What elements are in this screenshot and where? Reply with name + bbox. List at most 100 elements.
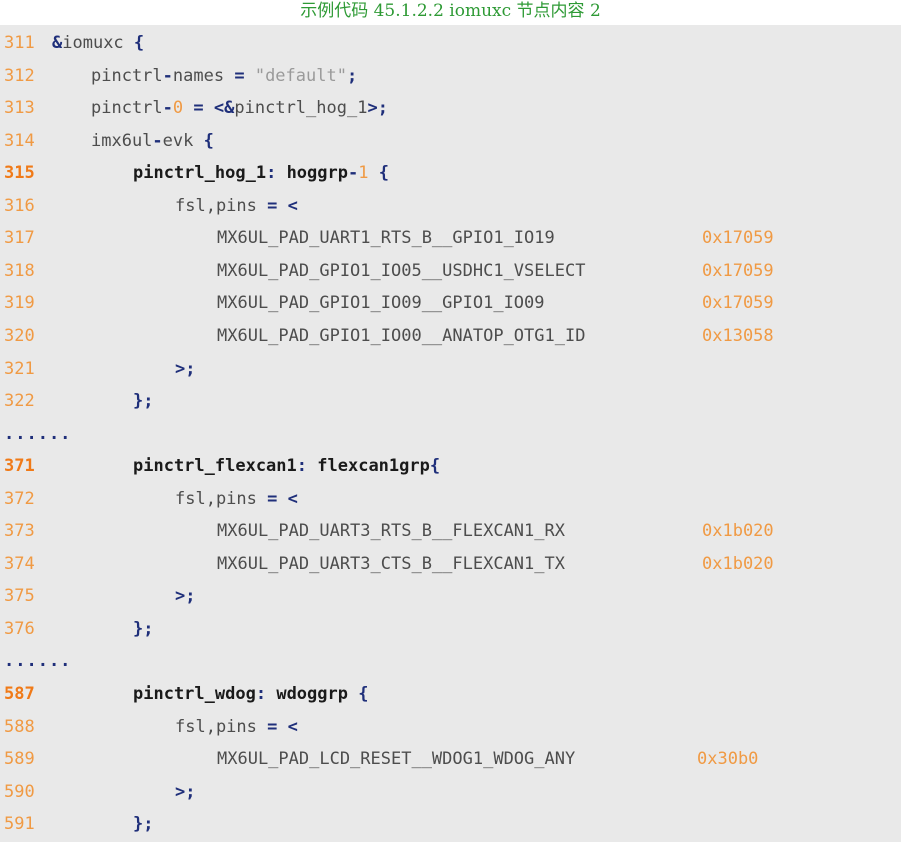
code-line: 318 MX6UL_PAD_GPIO1_IO05__USDHC1_VSELECT 0… bbox=[0, 255, 901, 287]
code-line: 374 MX6UL_PAD_UART3_CTS_B__FLEXCAN1_TX 0x1… bbox=[0, 548, 901, 580]
code-line: 322}; bbox=[0, 385, 901, 417]
code-token: "default" bbox=[254, 65, 347, 86]
code-token: = bbox=[267, 195, 278, 216]
code-token: evk bbox=[162, 130, 204, 151]
code-token: pinctrl_hog_1 bbox=[234, 98, 368, 119]
code-token: pinctrl bbox=[91, 98, 163, 119]
code-text: }; bbox=[133, 385, 153, 417]
code-token: : bbox=[296, 456, 308, 477]
code-text: MX6UL_PAD_UART1_RTS_B__GPIO1_IO19 bbox=[217, 222, 555, 254]
code-text: &iomuxc { bbox=[52, 27, 144, 59]
line-number: 317 bbox=[4, 228, 35, 249]
code-token: pinctrl_flexcan1 bbox=[133, 456, 297, 477]
code-text: MX6UL_PAD_GPIO1_IO09__GPIO1_IO09 bbox=[217, 287, 545, 319]
line-number: 318 bbox=[4, 260, 35, 281]
code-caption: 示例代码 45.1.2.2 iomuxc 节点内容 2 bbox=[300, 1, 601, 21]
code-token: >; bbox=[367, 98, 388, 119]
code-text: pinctrl_wdog: wdoggrp { bbox=[133, 678, 368, 710]
code-text: MX6UL_PAD_UART3_CTS_B__FLEXCAN1_TX bbox=[217, 548, 565, 580]
code-text: }; bbox=[133, 808, 153, 840]
code-token: - bbox=[347, 163, 359, 184]
code-text: fsl,pins = < bbox=[175, 711, 298, 743]
pad-config-value: 0x17059 bbox=[702, 260, 774, 281]
line-number: 373 bbox=[4, 521, 35, 542]
code-token: MX6UL_PAD_LCD_RESET__WDOG1_WDOG_ANY bbox=[217, 749, 576, 770]
code-token: = bbox=[234, 65, 245, 86]
code-text: pinctrl-names = "default"; bbox=[91, 60, 357, 92]
line-number: 315 bbox=[4, 163, 35, 184]
code-token: - bbox=[162, 65, 173, 86]
code-line: 373 MX6UL_PAD_UART3_RTS_B__FLEXCAN1_RX 0x1… bbox=[0, 515, 901, 547]
pad-config-value: 0x1b020 bbox=[702, 521, 774, 542]
code-token: iomuxc bbox=[62, 33, 134, 53]
code-token: MX6UL_PAD_GPIO1_IO09__GPIO1_IO09 bbox=[217, 293, 545, 314]
code-token: wdoggrp bbox=[276, 684, 348, 704]
code-line: 311 &iomuxc { bbox=[0, 27, 901, 59]
code-line: 321 >; bbox=[0, 353, 901, 385]
code-token: >; bbox=[175, 586, 196, 607]
code-token: = bbox=[267, 716, 278, 737]
line-number: 587 bbox=[4, 684, 35, 704]
code-text: }; bbox=[133, 613, 153, 645]
pad-config-value: 0x1b020 bbox=[702, 553, 774, 574]
line-number: 374 bbox=[4, 553, 35, 574]
pad-config-value: 0x30b0 bbox=[697, 749, 759, 770]
line-number: 314 bbox=[4, 130, 35, 151]
code-token: 0 bbox=[172, 98, 184, 119]
code-token: >; bbox=[175, 358, 196, 379]
code-line: 316 fsl,pins = < bbox=[0, 190, 901, 222]
code-token: hoggrp bbox=[286, 163, 348, 184]
code-text: MX6UL_PAD_GPIO1_IO00__ANATOP_OTG1_ID bbox=[217, 320, 585, 352]
code-token: { bbox=[133, 33, 145, 53]
code-token: & bbox=[52, 33, 63, 53]
code-line: 589 MX6UL_PAD_LCD_RESET__WDOG1_WDOG_ANY 0x… bbox=[0, 743, 901, 775]
line-number: 376 bbox=[4, 618, 35, 639]
code-line: 375 >; bbox=[0, 580, 901, 612]
code-line: 591}; bbox=[0, 808, 901, 840]
code-token: MX6UL_PAD_GPIO1_IO00__ANATOP_OTG1_ID bbox=[217, 325, 586, 346]
code-listing: 311 &iomuxc { 312 pinctrl-names = "default"… bbox=[0, 25, 901, 842]
line-number: 322 bbox=[4, 391, 35, 412]
code-line: 587 pinctrl_wdog: wdoggrp { bbox=[0, 678, 901, 710]
code-token: pinctrl bbox=[91, 65, 163, 86]
code-token: imx6ul bbox=[91, 130, 153, 151]
line-number: 591 bbox=[4, 814, 35, 835]
code-token: - bbox=[162, 98, 173, 119]
line-number: 312 bbox=[4, 65, 35, 86]
code-text: pinctrl_flexcan1: flexcan1grp{ bbox=[133, 450, 440, 482]
omitted-lines-ellipsis: ...... bbox=[4, 423, 72, 444]
code-token: { bbox=[203, 130, 214, 151]
code-token: ; bbox=[346, 65, 358, 86]
code-line: 312 pinctrl-names = "default"; bbox=[0, 60, 901, 92]
code-token: < bbox=[287, 195, 298, 216]
code-line: 317 MX6UL_PAD_UART1_RTS_B__GPIO1_IO19 0x17… bbox=[0, 222, 901, 254]
code-token: - bbox=[152, 130, 163, 151]
code-token: }; bbox=[133, 391, 154, 412]
code-text: >; bbox=[175, 580, 195, 612]
code-line: 320 MX6UL_PAD_GPIO1_IO00__ANATOP_OTG1_ID 0… bbox=[0, 320, 901, 352]
omitted-lines-ellipsis: ...... bbox=[4, 651, 72, 672]
code-token: pinctrl_wdog bbox=[133, 684, 256, 704]
code-line: 314 imx6ul-evk { bbox=[0, 125, 901, 157]
code-token: fsl,pins bbox=[175, 716, 268, 737]
line-number: 590 bbox=[4, 781, 35, 802]
code-token: MX6UL_PAD_UART3_RTS_B__FLEXCAN1_RX bbox=[217, 521, 565, 542]
line-number: 319 bbox=[4, 293, 35, 314]
code-token: MX6UL_PAD_UART1_RTS_B__GPIO1_IO19 bbox=[217, 228, 555, 249]
code-line: 372 fsl,pins = < bbox=[0, 483, 901, 515]
code-token: < bbox=[287, 488, 298, 509]
line-number: 316 bbox=[4, 195, 35, 216]
code-text: >; bbox=[175, 353, 195, 385]
code-line: 588 fsl,pins = < bbox=[0, 711, 901, 743]
code-line: 319 MX6UL_PAD_GPIO1_IO09__GPIO1_IO09 0x170… bbox=[0, 287, 901, 319]
code-token: = bbox=[193, 98, 204, 119]
line-number: 313 bbox=[4, 98, 35, 119]
code-line: 371 pinctrl_flexcan1: flexcan1grp{ bbox=[0, 450, 901, 482]
